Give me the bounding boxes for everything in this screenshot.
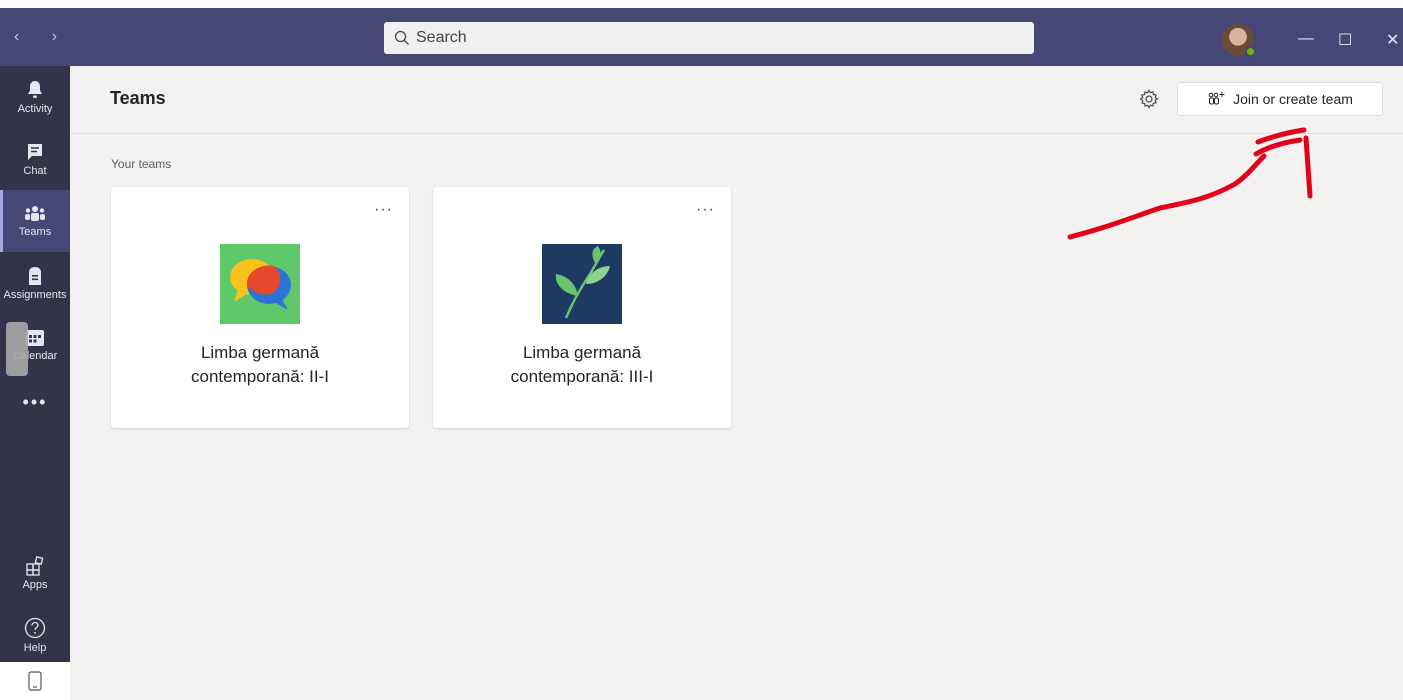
page-title: Teams [110, 88, 166, 108]
top-strip [0, 0, 1403, 8]
search-placeholder: Search [416, 29, 467, 46]
rail-item-teams[interactable]: Teams [0, 190, 70, 252]
teams-icon [25, 205, 45, 221]
rail-label: Assignments [3, 288, 67, 301]
floating-toolbar-handle[interactable] [6, 322, 28, 376]
join-or-create-team-button[interactable]: Join or create team [1177, 82, 1383, 116]
more-options-button[interactable]: ··· [374, 201, 393, 219]
more-apps-button[interactable]: ••• [0, 392, 70, 413]
rail-label: Help [23, 641, 47, 654]
rail-label: Apps [22, 578, 48, 591]
chat-bubbles-logo [220, 244, 300, 324]
team-name: Limba germană contemporană: II-I [191, 343, 329, 386]
nav-arrows[interactable]: ‹ › [14, 28, 71, 46]
rail-item-apps[interactable]: Apps [0, 542, 70, 604]
app-bar: Activity Chat Teams Assignments Calendar… [0, 66, 70, 700]
team-name: Limba germană contemporană: III-I [510, 343, 654, 386]
rail-item-chat[interactable]: Chat [0, 128, 70, 190]
red-arrow-annotation [1067, 127, 1313, 240]
presence-available-icon [1245, 46, 1256, 57]
team-card[interactable]: ··· Limba germană contemporană: III-I [433, 187, 731, 428]
apps-icon [26, 555, 44, 576]
rail-label: Chat [23, 164, 47, 177]
gear-icon[interactable] [1139, 89, 1159, 109]
minimize-button[interactable]: — [1298, 30, 1314, 48]
rail-item-help[interactable]: Help [0, 604, 70, 666]
add-team-icon [1208, 92, 1225, 105]
search-box[interactable]: Search [384, 22, 1034, 54]
search-icon [394, 30, 409, 45]
mobile-device-icon [28, 671, 42, 691]
rail-item-assignments[interactable]: Assignments [0, 252, 70, 314]
rail-label: Teams [18, 225, 52, 238]
chat-icon [28, 143, 42, 160]
more-options-button[interactable]: ··· [696, 201, 715, 219]
close-button[interactable]: ✕ [1386, 30, 1399, 50]
your-teams-heading: Your teams [111, 157, 172, 171]
title-bar: ‹ › Search — ☐ ✕ [0, 8, 1403, 66]
join-button-label: Join or create team [1233, 91, 1353, 107]
calendar-icon [26, 329, 44, 346]
team-card[interactable]: ··· Limba germană contemporană: II-I [111, 187, 409, 428]
help-icon [24, 617, 46, 638]
maximize-button[interactable]: ☐ [1338, 30, 1352, 50]
mobile-app-button[interactable] [0, 662, 70, 700]
rail-label: Activity [17, 102, 53, 115]
leaf-logo [542, 244, 622, 324]
rail-item-activity[interactable]: Activity [0, 66, 70, 128]
assignments-icon [29, 266, 41, 285]
bell-icon [28, 80, 42, 98]
